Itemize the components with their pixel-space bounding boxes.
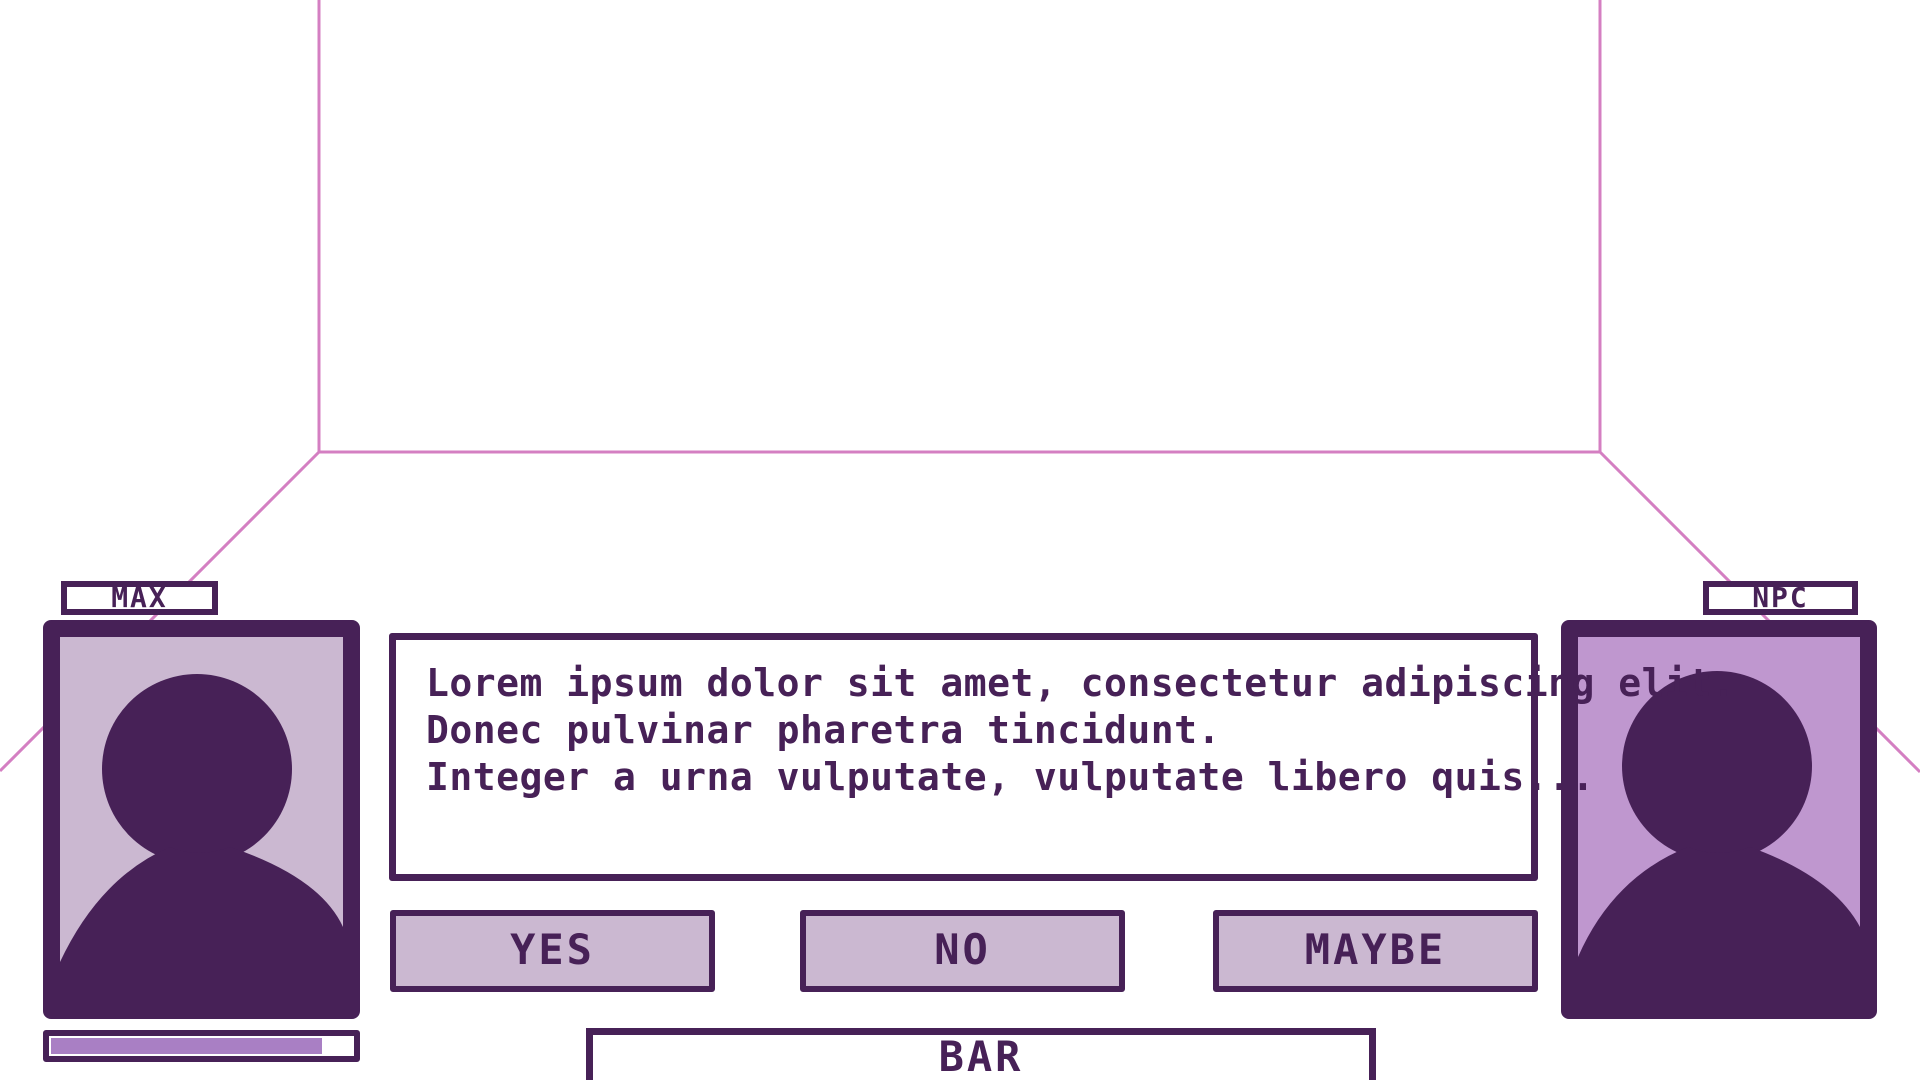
dialog-line: Integer a urna vulputate, vulputate libe… (426, 755, 1595, 799)
player-name-tag: MAX (61, 581, 218, 615)
player-name: MAX (111, 581, 168, 614)
choice-no-button[interactable]: NO (800, 910, 1125, 992)
bottom-bar-tab[interactable]: BAR (586, 1028, 1376, 1080)
npc-name: NPC (1752, 581, 1809, 614)
dialog-line: Lorem ipsum dolor sit amet, consectetur … (426, 661, 1736, 705)
npc-name-tag: NPC (1703, 581, 1858, 615)
silhouette-icon (60, 674, 343, 1002)
dialog-box: Lorem ipsum dolor sit amet, consectetur … (389, 633, 1736, 881)
choice-maybe-button[interactable]: MAYBE (1213, 910, 1538, 992)
dialog-line: Donec pulvinar pharetra tincidunt. (426, 708, 1221, 752)
player-health-fill (51, 1038, 322, 1054)
player-portrait (43, 620, 360, 1019)
choice-yes-button[interactable]: YES (390, 910, 715, 992)
player-health-bar (43, 1030, 360, 1062)
